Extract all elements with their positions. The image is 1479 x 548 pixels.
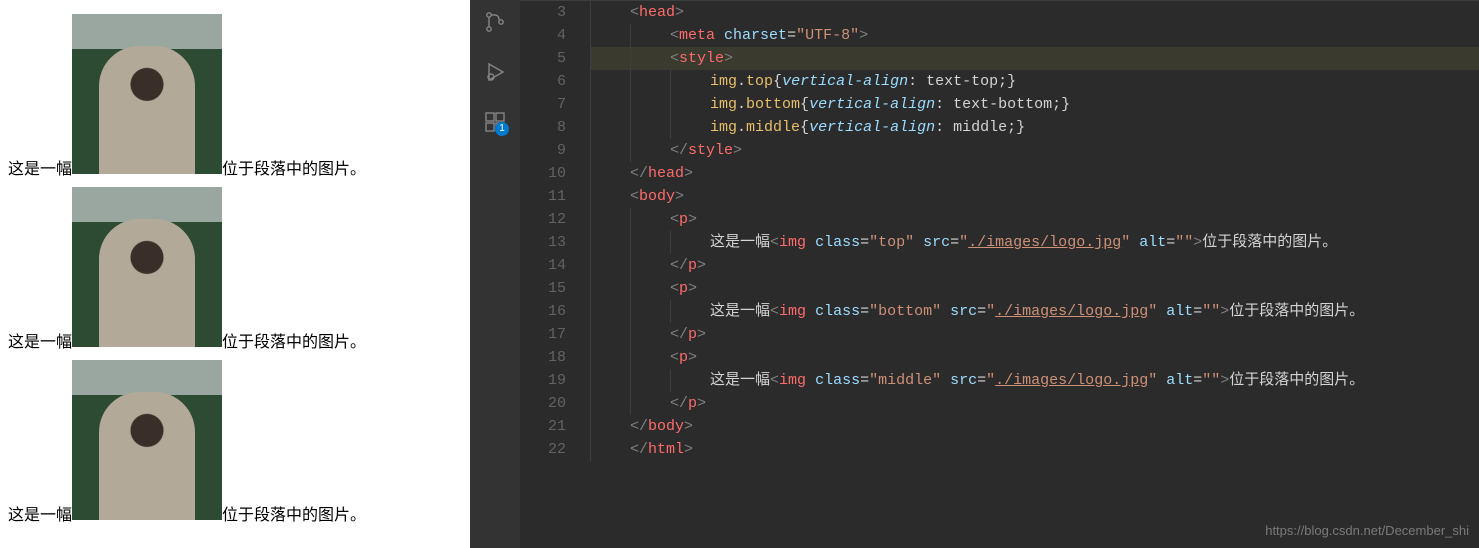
- code-line[interactable]: img.bottom{vertical-align: text-bottom;}: [590, 93, 1479, 116]
- preview-image: [72, 360, 222, 520]
- code-line[interactable]: </body>: [590, 415, 1479, 438]
- preview-text-after: 位于段落中的图片。: [222, 507, 366, 524]
- code-line[interactable]: <p>: [590, 208, 1479, 231]
- source-control-icon[interactable]: [483, 10, 507, 34]
- browser-preview: 这是一幅位于段落中的图片。 这是一幅位于段落中的图片。 这是一幅位于段落中的图片…: [0, 0, 470, 548]
- code-line[interactable]: <style>: [590, 47, 1479, 70]
- code-line[interactable]: <p>: [590, 346, 1479, 369]
- code-lines[interactable]: <head><meta charset="UTF-8"><style>img.t…: [590, 1, 1479, 461]
- line-number-gutter: 345678910111213141516171819202122: [520, 1, 590, 461]
- preview-image: [72, 14, 222, 174]
- editor-pane: 1 345678910111213141516171819202122 <hea…: [470, 0, 1479, 548]
- activity-bar: 1: [470, 0, 520, 548]
- code-line[interactable]: <meta charset="UTF-8">: [590, 24, 1479, 47]
- preview-paragraph-bottom: 这是一幅 位于段落中的图片。: [8, 187, 462, 352]
- preview-text-after: 位于段落中的图片。: [222, 161, 366, 178]
- code-line[interactable]: </style>: [590, 139, 1479, 162]
- code-line[interactable]: img.top{vertical-align: text-top;}: [590, 70, 1479, 93]
- extensions-badge: 1: [495, 122, 509, 136]
- code-line[interactable]: </head>: [590, 162, 1479, 185]
- preview-text-before: 这是一幅: [8, 507, 72, 524]
- preview-paragraph-top: 这是一幅 位于段落中的图片。: [8, 14, 462, 179]
- code-editor[interactable]: 345678910111213141516171819202122 <head>…: [520, 0, 1479, 548]
- preview-image: [72, 187, 222, 347]
- code-line[interactable]: 这是一幅<img class="middle" src="./images/lo…: [590, 369, 1479, 392]
- code-line[interactable]: img.middle{vertical-align: middle;}: [590, 116, 1479, 139]
- preview-text-before: 这是一幅: [8, 334, 72, 351]
- watermark-text: https://blog.csdn.net/December_shi: [1265, 519, 1469, 542]
- preview-paragraph-middle: 这是一幅 位于段落中的图片。: [8, 360, 462, 525]
- code-line[interactable]: 这是一幅<img class="bottom" src="./images/lo…: [590, 300, 1479, 323]
- code-line[interactable]: </p>: [590, 323, 1479, 346]
- run-debug-icon[interactable]: [483, 60, 507, 84]
- code-line[interactable]: </p>: [590, 392, 1479, 415]
- code-line[interactable]: </html>: [590, 438, 1479, 461]
- code-line[interactable]: 这是一幅<img class="top" src="./images/logo.…: [590, 231, 1479, 254]
- preview-text-before: 这是一幅: [8, 161, 72, 178]
- preview-text-after: 位于段落中的图片。: [222, 334, 366, 351]
- code-line[interactable]: <head>: [590, 1, 1479, 24]
- extensions-icon[interactable]: 1: [483, 110, 507, 134]
- code-line[interactable]: <body>: [590, 185, 1479, 208]
- code-line[interactable]: <p>: [590, 277, 1479, 300]
- code-line[interactable]: </p>: [590, 254, 1479, 277]
